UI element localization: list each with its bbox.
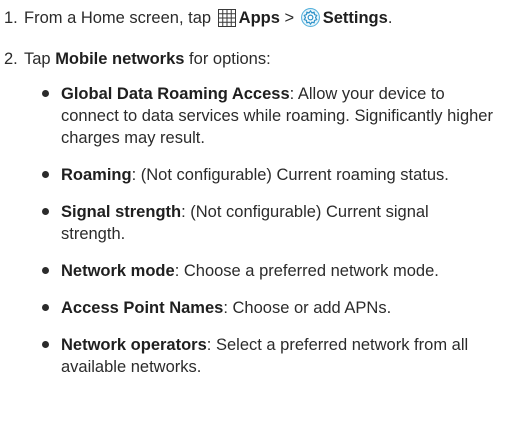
step-1-number: 1. <box>4 9 18 27</box>
option-term: Global Data Roaming Access <box>61 85 290 103</box>
option-term: Signal strength <box>61 203 182 221</box>
option-term: Roaming <box>61 166 132 184</box>
bullet-icon <box>42 267 49 274</box>
bullet-icon <box>42 208 49 215</box>
option-access-point-names: Access Point Names: Choose or add APNs. <box>40 297 501 319</box>
step-1-end: . <box>387 9 393 27</box>
step-1: 1. From a Home screen, tap Apps > Setting… <box>4 7 509 33</box>
option-description: : Choose a preferred network mode. <box>174 262 439 280</box>
option-roaming: Roaming: (Not configurable) Current roam… <box>40 164 481 186</box>
step-1-text: From a Home screen, tap <box>24 9 216 27</box>
step-1-separator: > <box>279 9 299 27</box>
option-description: : (Not configurable) Current roaming sta… <box>131 166 449 184</box>
bullet-icon <box>42 90 49 97</box>
step-2-text: Tap <box>24 50 56 68</box>
option-signal-strength: Signal strength: (Not configurable) Curr… <box>40 201 451 245</box>
option-term: Access Point Names <box>61 299 224 317</box>
apps-grid-icon <box>217 9 236 33</box>
option-network-operators: Network operators: Select a preferred ne… <box>40 334 486 378</box>
settings-label: Settings <box>322 9 388 27</box>
step-2-end: for options: <box>184 50 271 68</box>
step-2: 2. Tap Mobile networks for options: <box>4 48 509 70</box>
option-global-data-roaming-access: Global Data Roaming Access: Allow your d… <box>40 83 506 149</box>
option-description: : Choose or add APNs. <box>223 299 392 317</box>
apps-label: Apps <box>238 9 280 27</box>
option-term: Network operators <box>61 336 207 354</box>
settings-gear-icon <box>300 8 320 33</box>
step-2-number: 2. <box>4 50 18 68</box>
option-term: Network mode <box>61 262 175 280</box>
mobile-networks-label: Mobile networks <box>55 50 185 68</box>
options-list: Global Data Roaming Access: Allow your d… <box>4 83 509 378</box>
option-network-mode: Network mode: Choose a preferred network… <box>40 260 461 282</box>
bullet-icon <box>42 171 49 178</box>
instructions: 1. From a Home screen, tap Apps > Setting… <box>4 7 509 378</box>
bullet-icon <box>42 304 49 311</box>
bullet-icon <box>42 341 49 348</box>
